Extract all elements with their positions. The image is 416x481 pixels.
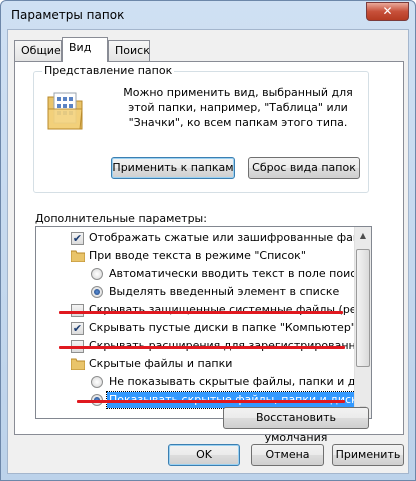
tab-view-label: Вид [69, 41, 92, 54]
scroll-thumb[interactable] [356, 249, 370, 367]
checkbox-checked[interactable]: ✔ [71, 322, 84, 335]
close-icon: ✕ [382, 4, 393, 18]
folder-options-window: Параметры папок ✕ Общие Вид Поиск Предст… [0, 0, 416, 481]
title-bar[interactable]: Параметры папок ✕ [1, 1, 415, 29]
folder-view-icon [47, 92, 83, 130]
list-item: При вводе текста в режиме "Список" [36, 248, 354, 264]
reset-folders-button[interactable]: Сброс вида папок [248, 157, 360, 179]
list-item: Скрытые файлы и папки [36, 356, 354, 372]
list-item[interactable]: Выделять введенный элемент в списке [36, 284, 354, 300]
list-item-label: Скрывать пустые диски в папке "Компьютер… [89, 321, 356, 334]
list-item-label: Скрывать защищенные системные файлы (рек… [89, 303, 371, 316]
list-item[interactable]: Автоматически вводить текст в поле поиск… [36, 266, 370, 282]
tab-view[interactable]: Вид [62, 37, 108, 62]
folder-views-caption: Представление папок [42, 64, 175, 77]
vertical-scrollbar[interactable]: ▲ ▼ [354, 227, 371, 418]
advanced-settings-tree[interactable]: ✔ Отображать сжатые или зашифрованные фа… [35, 226, 372, 419]
list-item-label: Автоматически вводить текст в поле поиск… [109, 267, 370, 280]
list-item-label: Выделять введенный элемент в списке [109, 285, 340, 298]
dialog-body: Общие Вид Поиск Представление папок Можн… [7, 29, 409, 474]
list-item[interactable]: ✔ Скрывать пустые диски в папке "Компьют… [36, 320, 356, 336]
advanced-settings-label: Дополнительные параметры: [35, 212, 207, 225]
radio-button[interactable] [91, 268, 103, 280]
folder-views-group: Представление папок Можно применить вид,… [33, 64, 369, 193]
apply-to-folders-button[interactable]: Применить к папкам [111, 157, 235, 179]
list-item-label: Не показывать скрытые файлы, папки и дис… [109, 375, 372, 388]
ok-button[interactable]: OK [168, 444, 240, 466]
list-item[interactable]: Скрывать защищенные системные файлы (рек… [36, 302, 371, 318]
annotation-underline [59, 311, 343, 314]
radio-button[interactable] [91, 376, 103, 388]
restore-defaults-button[interactable]: Восстановить умолчания [223, 407, 369, 444]
tab-general[interactable]: Общие [14, 40, 62, 61]
list-item-label: Отображать сжатые или зашифрованные файл… [89, 231, 371, 244]
folder-views-description: Можно применить вид, выбранный для этой … [123, 86, 353, 129]
folder-icon [71, 358, 85, 370]
list-item[interactable]: Не показывать скрытые файлы, папки и дис… [36, 374, 371, 390]
window-title: Параметры папок [11, 8, 125, 22]
list-item-label: Скрытые файлы и папки [89, 357, 233, 370]
tab-general-label: Общие [21, 44, 61, 57]
tab-search-label: Поиск [115, 44, 150, 57]
cancel-button[interactable]: Отмена [251, 444, 324, 466]
scroll-up-icon[interactable]: ▲ [355, 227, 371, 244]
apply-button[interactable]: Применить [332, 444, 404, 466]
annotation-underline [59, 346, 345, 349]
tab-search[interactable]: Поиск [108, 40, 150, 61]
list-item[interactable]: ✔ Отображать сжатые или зашифрованные фа… [36, 230, 371, 246]
list-item-label: При вводе текста в режиме "Список" [89, 249, 306, 262]
folder-icon [71, 250, 85, 262]
radio-button-checked[interactable] [91, 286, 103, 298]
checkbox-checked[interactable]: ✔ [71, 232, 84, 245]
annotation-underline [77, 400, 345, 403]
close-button[interactable]: ✕ [366, 2, 409, 21]
view-tab-panel: Представление папок Можно применить вид,… [14, 61, 404, 444]
